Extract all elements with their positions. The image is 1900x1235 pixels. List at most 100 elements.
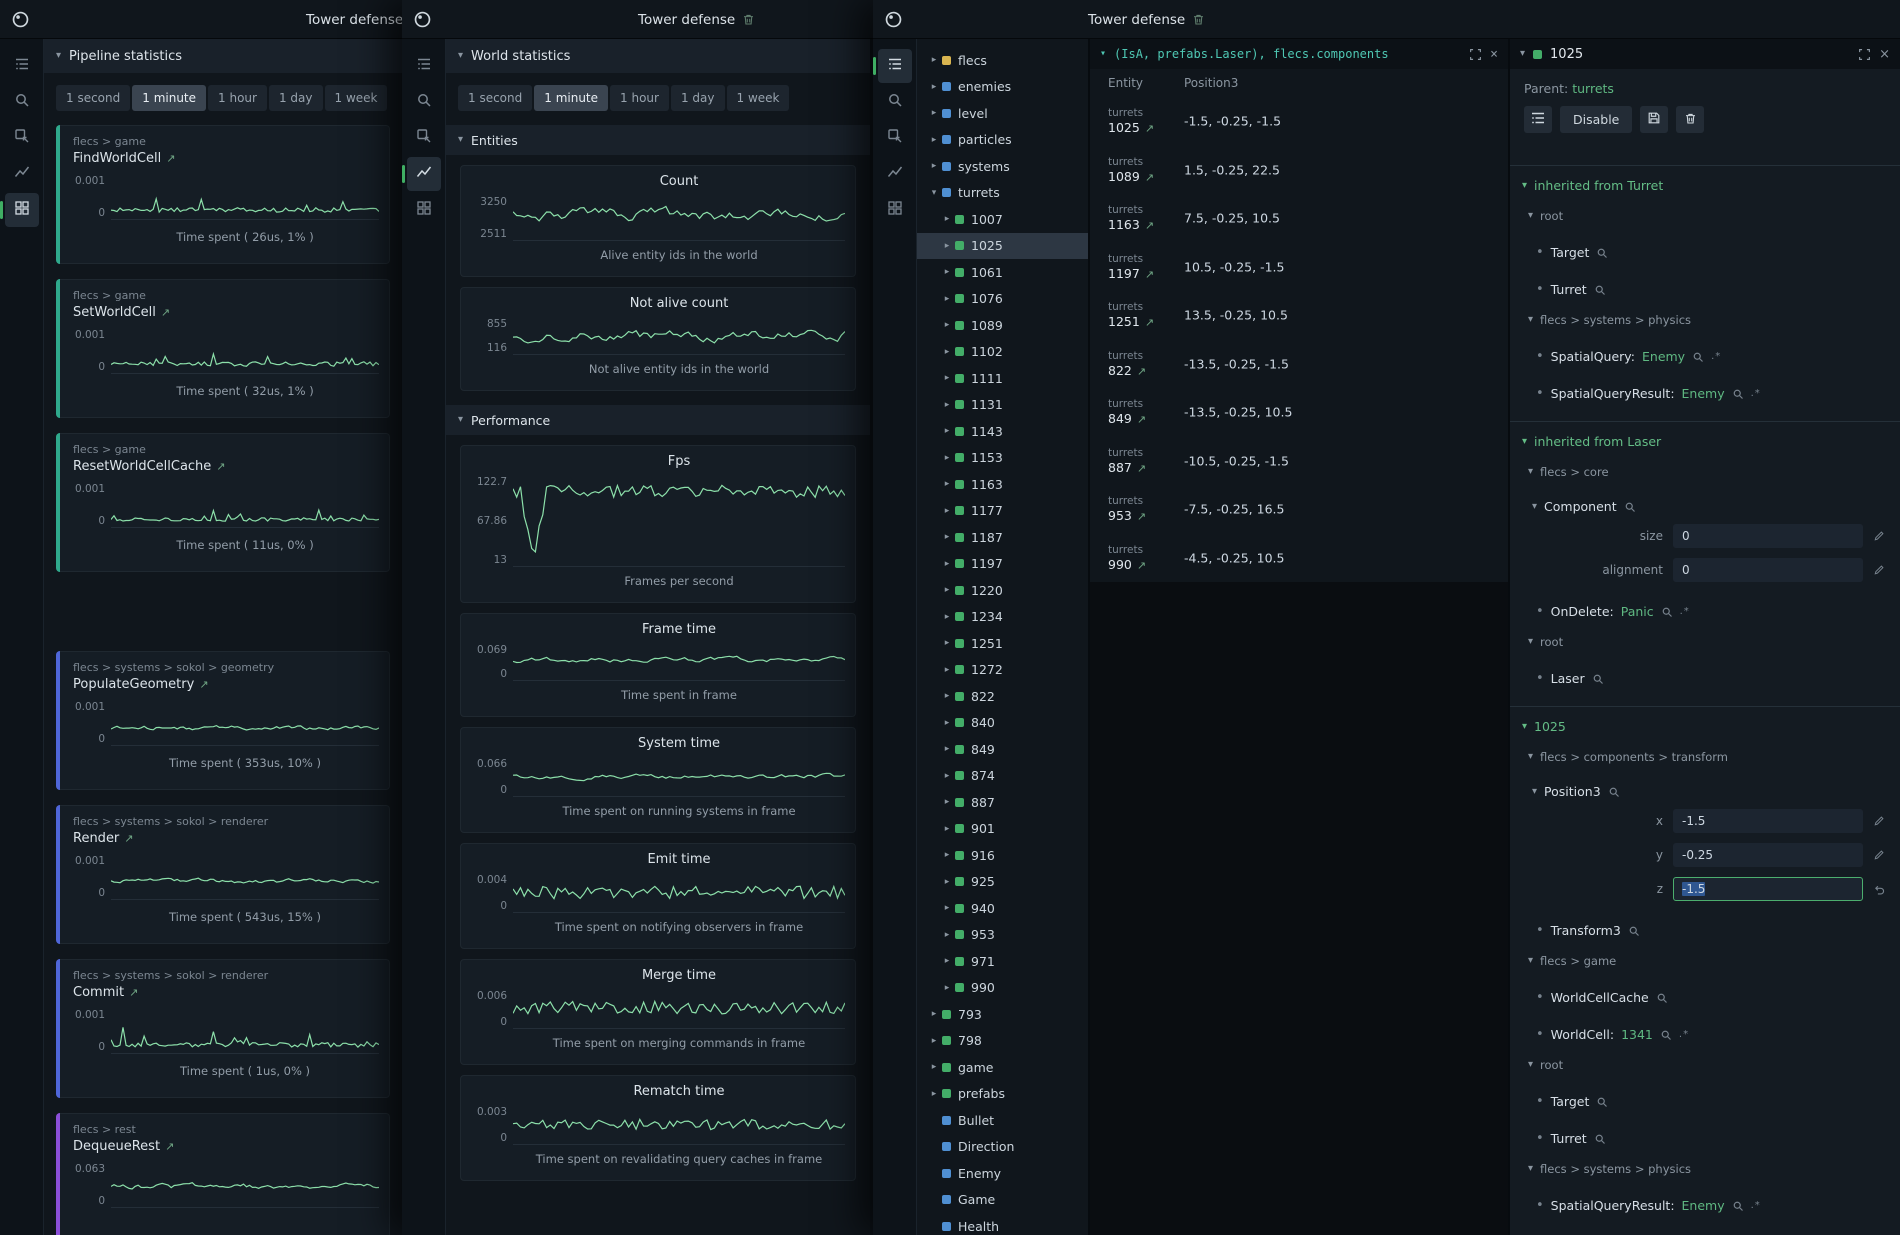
tree-view-button[interactable] — [5, 49, 39, 83]
entity-link[interactable]: 1089 — [1108, 169, 1140, 184]
expand-arrow-icon[interactable]: ▸ — [940, 612, 954, 622]
tree-item-1197[interactable]: ▸1197 — [917, 551, 1088, 578]
tree-item-887[interactable]: ▸887 — [917, 789, 1088, 816]
chart-view-button[interactable] — [407, 157, 441, 191]
magnifier-icon[interactable] — [1660, 1029, 1672, 1041]
save-button[interactable] — [1640, 106, 1668, 133]
expand-arrow-icon[interactable]: ▸ — [940, 665, 954, 675]
section-header[interactable]: ▾Entities — [446, 125, 870, 155]
expand-arrow-icon[interactable]: ▸ — [940, 400, 954, 410]
expand-arrow-icon[interactable]: ▸ — [927, 55, 941, 65]
tree-item-901[interactable]: ▸901 — [917, 816, 1088, 843]
tree-item-turrets[interactable]: ▾turrets — [917, 180, 1088, 207]
tree-item-Health[interactable]: Health — [917, 1213, 1088, 1235]
tree-item-940[interactable]: ▸940 — [917, 895, 1088, 922]
expand-arrow-icon[interactable]: ▸ — [940, 532, 954, 542]
system-name-link[interactable]: SetWorldCell — [73, 305, 156, 320]
tree-item-849[interactable]: ▸849 — [917, 736, 1088, 763]
tree-item-1076[interactable]: ▸1076 — [917, 286, 1088, 313]
period-button[interactable]: 1 day — [671, 85, 725, 111]
browse-button[interactable] — [1524, 106, 1552, 133]
query-result-row[interactable]: turrets1197↗10.5, -0.25, -1.5 — [1090, 243, 1508, 292]
system-name-link[interactable]: Render — [73, 831, 119, 846]
field-input-z[interactable]: -1.5 — [1673, 877, 1863, 901]
period-button[interactable]: 1 week — [727, 85, 790, 111]
field-input-size[interactable]: 0 — [1673, 524, 1863, 548]
query-editor[interactable]: ▾ (IsA, prefabs.Laser), flecs.components… — [1090, 39, 1508, 69]
magnifier-icon[interactable] — [1732, 1200, 1744, 1212]
entity-link[interactable]: 849 — [1108, 411, 1132, 426]
trash-icon[interactable] — [1192, 13, 1205, 26]
query-result-row[interactable]: turrets887↗-10.5, -0.25, -1.5 — [1090, 437, 1508, 486]
tree-item-1007[interactable]: ▸1007 — [917, 206, 1088, 233]
field-input-alignment[interactable]: 0 — [1673, 558, 1863, 582]
tree-item-971[interactable]: ▸971 — [917, 948, 1088, 975]
query-result-row[interactable]: turrets953↗-7.5, -0.25, 16.5 — [1090, 485, 1508, 534]
magnifier-icon[interactable] — [1596, 247, 1608, 259]
grid-view-button[interactable] — [878, 193, 912, 227]
pair-value[interactable]: Enemy — [1682, 1198, 1725, 1213]
tree-item-1061[interactable]: ▸1061 — [917, 259, 1088, 286]
expand-arrow-icon[interactable]: ▸ — [927, 135, 941, 145]
query-result-row[interactable]: turrets1163↗7.5, -0.25, 10.5 — [1090, 194, 1508, 243]
tree-item-1234[interactable]: ▸1234 — [917, 604, 1088, 631]
expand-arrow-icon[interactable]: ▸ — [940, 744, 954, 754]
expand-arrow-icon[interactable]: ▸ — [940, 718, 954, 728]
tree-item-1177[interactable]: ▸1177 — [917, 498, 1088, 525]
tree-item-1131[interactable]: ▸1131 — [917, 392, 1088, 419]
tree-item-1102[interactable]: ▸1102 — [917, 339, 1088, 366]
grid-view-button[interactable] — [5, 193, 39, 227]
period-button[interactable]: 1 minute — [534, 85, 608, 111]
system-name-link[interactable]: DequeueRest — [73, 1139, 160, 1154]
expand-arrow-icon[interactable]: ▸ — [927, 82, 941, 92]
pair-value[interactable]: Panic — [1621, 604, 1654, 619]
period-button[interactable]: 1 week — [325, 85, 388, 111]
tree-item-level[interactable]: ▸level — [917, 100, 1088, 127]
component-path[interactable]: ▾flecs > systems > physics — [1510, 313, 1900, 327]
field-input-x[interactable]: -1.5 — [1673, 809, 1863, 833]
expand-arrow-icon[interactable]: ▸ — [940, 267, 954, 277]
expand-arrow-icon[interactable]: ▸ — [927, 1062, 941, 1072]
component-row[interactable]: ▾Component — [1510, 499, 1900, 514]
entity-link[interactable]: 990 — [1108, 557, 1132, 572]
expand-arrow-icon[interactable]: ▸ — [940, 320, 954, 330]
world-panel-header[interactable]: ▾ World statistics — [446, 39, 870, 73]
tree-view-button[interactable] — [407, 49, 441, 83]
tree-item-1220[interactable]: ▸1220 — [917, 577, 1088, 604]
edit-pencil-icon[interactable] — [1873, 564, 1885, 576]
component-path[interactable]: ▾root — [1510, 635, 1900, 649]
tree-item-Game[interactable]: Game — [917, 1187, 1088, 1214]
tree-item-particles[interactable]: ▸particles — [917, 127, 1088, 154]
system-name-link[interactable]: FindWorldCell — [73, 151, 161, 166]
period-button[interactable]: 1 second — [56, 85, 130, 111]
query-result-row[interactable]: turrets990↗-4.5, -0.25, 10.5 — [1090, 534, 1508, 583]
expand-arrow-icon[interactable]: ▸ — [940, 347, 954, 357]
inspector-caret-icon[interactable]: ▾ — [1520, 49, 1525, 59]
component-path[interactable]: ▾flecs > components > transform — [1510, 750, 1900, 764]
undo-icon[interactable] — [1873, 883, 1886, 896]
tree-item-1251[interactable]: ▸1251 — [917, 630, 1088, 657]
expand-arrow-icon[interactable]: ▸ — [940, 956, 954, 966]
magnifier-icon[interactable] — [1596, 1096, 1608, 1108]
inspect-view-button[interactable] — [5, 121, 39, 155]
expand-arrow-icon[interactable]: ▸ — [927, 1036, 941, 1046]
pipeline-panel-header[interactable]: ▾ Pipeline statistics — [44, 39, 402, 73]
trash-icon[interactable] — [742, 13, 755, 26]
system-name-link[interactable]: Commit — [73, 985, 124, 1000]
expand-arrow-icon[interactable]: ▸ — [940, 506, 954, 516]
expand-arrow-icon[interactable]: ▸ — [940, 797, 954, 807]
expand-arrow-icon[interactable]: ▸ — [940, 824, 954, 834]
component-path[interactable]: ▾root — [1510, 1058, 1900, 1072]
search-view-button[interactable] — [5, 85, 39, 119]
magnifier-icon[interactable] — [1624, 501, 1636, 513]
search-view-button[interactable] — [878, 85, 912, 119]
query-result-row[interactable]: turrets822↗-13.5, -0.25, -1.5 — [1090, 340, 1508, 389]
component-path[interactable]: ▾flecs > systems > physics — [1510, 1162, 1900, 1176]
tree-item-1025[interactable]: ▸1025 — [917, 233, 1088, 260]
tree-item-916[interactable]: ▸916 — [917, 842, 1088, 869]
system-name-link[interactable]: ResetWorldCellCache — [73, 459, 211, 474]
inspector-section-header[interactable]: ▾1025 — [1510, 706, 1900, 734]
magnifier-icon[interactable] — [1661, 606, 1673, 618]
tree-item-798[interactable]: ▸798 — [917, 1028, 1088, 1055]
magnifier-icon[interactable] — [1592, 673, 1604, 685]
